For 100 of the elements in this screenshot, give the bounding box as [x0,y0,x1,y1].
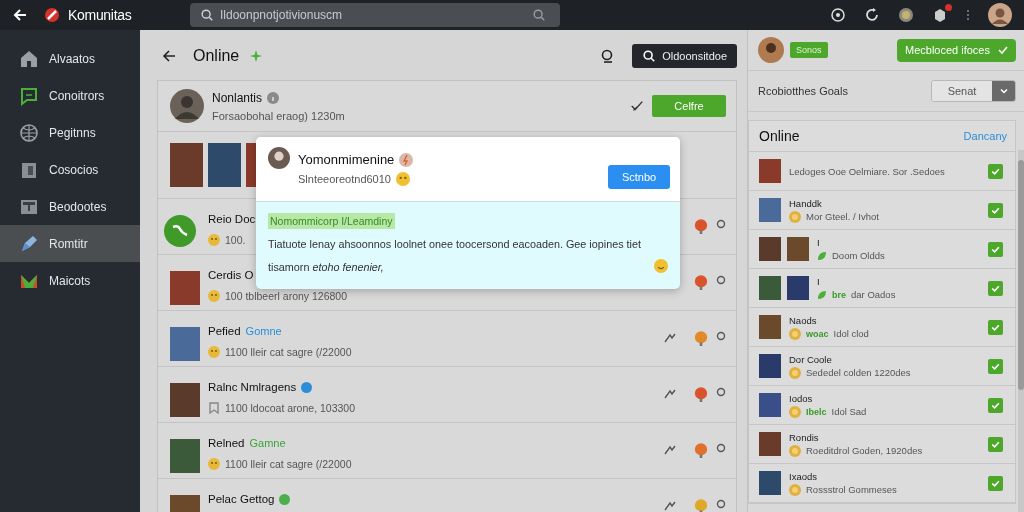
item-tag: Ibelc [806,406,827,417]
checkbox[interactable] [988,163,1003,179]
photo-placeholder [759,198,781,222]
checkbox[interactable] [988,280,1003,296]
more-icon[interactable] [966,7,970,23]
emoji-icon [789,210,801,223]
item-text: Rossstrol Gommeses [806,484,897,495]
caret-icon [998,86,1009,96]
item-name: Rondis [789,431,820,443]
sidebar-item[interactable]: Maicots [0,262,140,299]
list-item[interactable]: Ledoges Ooe Oelmiare. Sor .Sedoes [749,152,1015,191]
user-name: Relned [208,437,245,449]
photo-placeholder [759,159,781,183]
photo-placeholder [759,393,781,417]
photo-placeholder [759,276,781,300]
chat-icon [19,85,39,106]
photo-placeholder [787,237,809,261]
item-text: Ledoges Ooe Oelmiare. Sor .Sedoes [789,165,945,177]
ring-icon[interactable] [716,331,726,341]
home-icon [19,48,39,69]
search-field[interactable]: Ildoonpnotjotivionuscm [190,3,560,27]
logo-icon [44,7,60,23]
sidebar-item[interactable]: Alvaatos [0,40,140,77]
pin-icon[interactable] [694,499,708,512]
emoji-icon [789,405,801,418]
game-tag: Gomne [245,325,282,337]
sidebar-item[interactable]: Romtitr [0,225,140,262]
list-title: Online [759,128,800,144]
app-icon[interactable] [932,7,948,23]
back-arrow-icon[interactable] [12,7,28,23]
list-item[interactable]: Dor Coole Sededel colden 1220des [749,347,1015,386]
back-arrow-icon[interactable] [161,48,177,64]
user-meta: Forsaobohal eraog) 1230m [212,109,345,122]
item-text: Mor Gteel. / Ivhot [806,211,879,222]
checkbox[interactable] [988,397,1003,413]
globe-icon [19,122,39,143]
lightning-icon [399,152,414,167]
photo-placeholder [759,315,781,339]
sidebar-item[interactable]: Conoitrors [0,77,140,114]
item-text: Idol clod [833,328,869,339]
pin-icon[interactable] [694,387,708,403]
checkbox[interactable] [988,475,1003,491]
list-item[interactable]: Rondis Roeditdrol Goden, 1920des [749,425,1015,464]
ring-icon[interactable] [716,387,726,397]
check-icon [998,45,1008,55]
search-button[interactable]: Oldoonsitdoe [632,44,737,68]
list-item[interactable]: I bre dar Oados [749,269,1015,308]
game-tag: Gamne [249,437,286,449]
notification-dot [945,4,952,11]
share-icon[interactable] [664,499,676,511]
list-item[interactable]: Naods woac Idol clod [749,308,1015,347]
sidebar-item[interactable]: Pegitnns [0,114,140,151]
checkbox[interactable] [988,319,1003,335]
emoji-icon [208,234,220,246]
target-icon[interactable] [830,7,846,23]
item-text: Roeditdrol Goden, 1920des [806,445,923,456]
emoji-icon [789,483,801,496]
share-icon[interactable] [664,387,676,399]
pin-icon[interactable] [694,275,708,291]
post-meta: 1100 lleir cat sagre (/22000 [225,458,352,470]
pencil-icon [19,233,39,254]
checkbox[interactable] [988,202,1003,218]
check-icon[interactable] [630,99,644,113]
sidebar-item[interactable]: Beodootes [0,188,140,225]
photo-placeholder [170,383,200,417]
page-title: Online [193,47,240,65]
sidebar-item[interactable]: Cosocios [0,151,140,188]
list-item[interactable]: Handdk Mor Gteel. / Ivhot [749,191,1015,230]
checkbox[interactable] [988,358,1003,374]
ring-icon[interactable] [716,443,726,453]
avatar-placeholder [268,147,290,169]
topic-tag: Nomommicorp I/Leamdiny [268,213,395,229]
list-item[interactable]: Ixaods Rossstrol Gommeses [749,464,1015,503]
avatar-placeholder [758,37,784,63]
list-item[interactable]: Iodos Ibelc Idol Sad [749,386,1015,425]
post-meta: 1100 lleir cat sagre (/22000 [225,346,352,358]
pin-icon[interactable] [694,443,708,459]
list-item[interactable]: I Doom Oldds [749,230,1015,269]
photo-placeholder [170,271,200,305]
checkbox[interactable] [988,436,1003,452]
item-name: Naods [789,314,818,326]
ring-icon[interactable] [716,499,726,509]
ring-icon[interactable] [716,275,726,285]
user-avatar[interactable] [988,3,1012,27]
ring-icon[interactable] [716,219,726,229]
refresh-icon[interactable] [864,7,880,23]
share-icon[interactable] [664,331,676,343]
scrollbar[interactable] [1018,150,1024,512]
emoji-icon [789,327,801,340]
photo-placeholder [759,432,781,456]
pin-icon[interactable] [694,331,708,347]
pin-icon[interactable] [694,219,708,235]
post-meta: 1100 ldocoat arone, 103300 [225,402,355,414]
share-icon[interactable] [664,443,676,455]
coin-icon[interactable] [898,7,914,23]
item-tag: bre [832,289,846,300]
photo-placeholder [170,439,200,473]
item-name: Iodos [789,392,814,404]
filter-dropdown[interactable]: Senat [931,80,1016,102]
checkbox[interactable] [988,241,1003,257]
